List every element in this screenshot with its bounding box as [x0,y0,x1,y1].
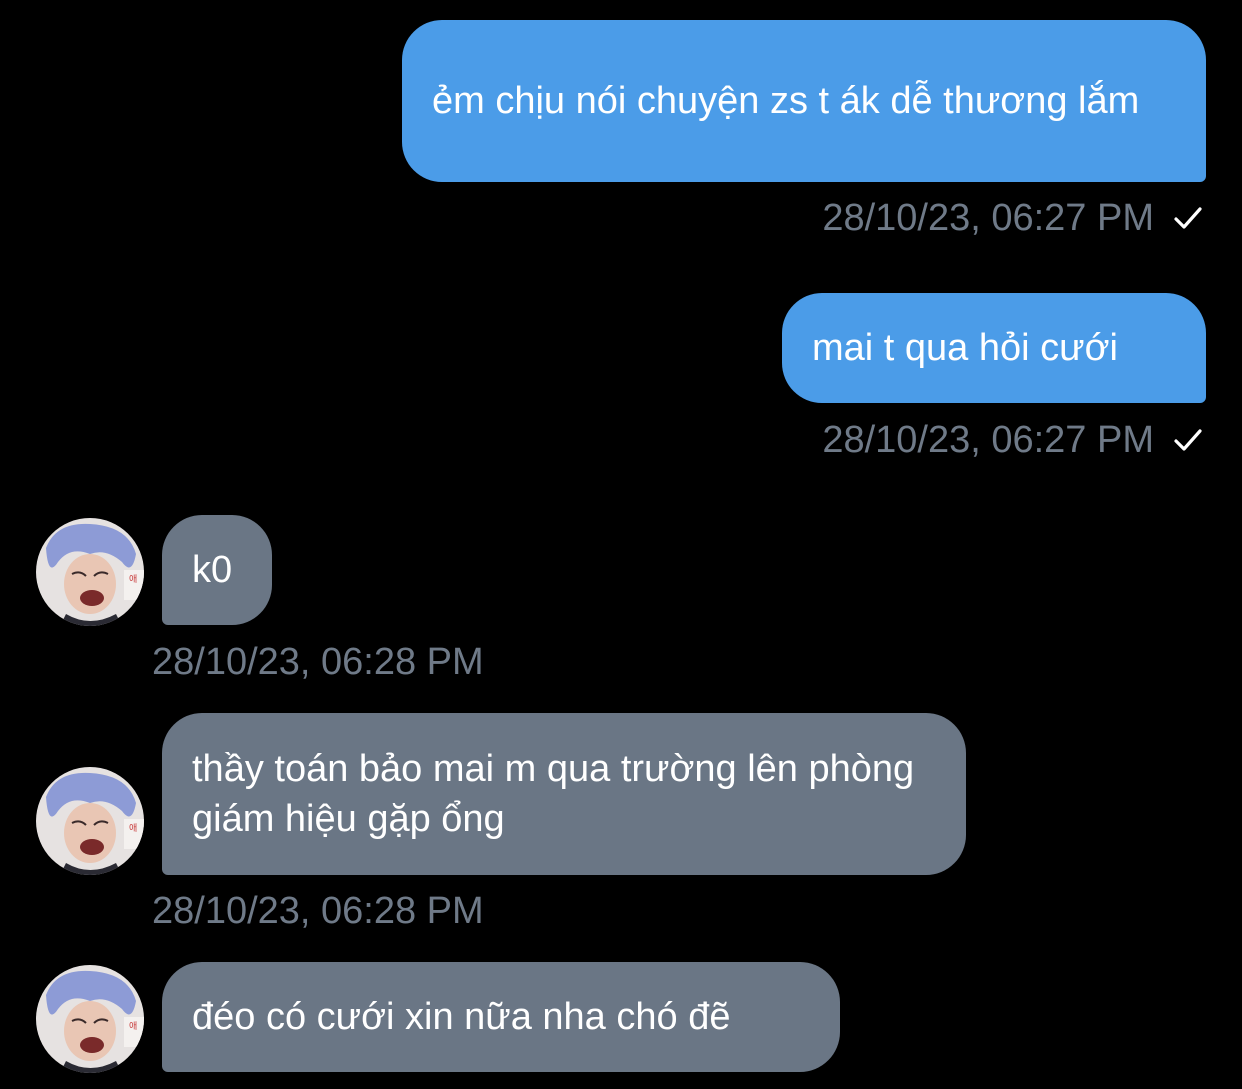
incoming-message-bubble[interactable]: k0 [162,515,272,625]
message-timestamp: 28/10/23, 06:27 PM [822,197,1154,239]
incoming-message-bubble[interactable]: thầy toán bảo mai m qua trường lên phòng… [162,713,966,875]
outgoing-message-bubble[interactable]: ẻm chịu nói chuyện zs t ák dễ thương lắm [402,20,1206,182]
contact-avatar[interactable]: 애 [36,518,144,626]
message-text: thầy toán bảo mai m qua trường lên phòng… [192,748,915,840]
message-timestamp: 28/10/23, 06:27 PM [822,419,1154,461]
message-text: mai t qua hỏi cưới [812,327,1118,369]
single-check-icon [1174,429,1202,451]
message-meta: 28/10/23, 06:27 PM [822,418,1204,462]
message-meta: 28/10/23, 06:27 PM [822,196,1204,240]
contact-avatar[interactable]: 애 [36,965,144,1073]
contact-avatar[interactable]: 애 [36,767,144,875]
message-text: ẻm chịu nói chuyện zs t ák dễ thương lắm [432,80,1140,122]
message-timestamp: 28/10/23, 06:28 PM [152,890,484,932]
svg-text:애: 애 [129,574,137,585]
message-timestamp: 28/10/23, 06:28 PM [152,641,484,683]
message-text: k0 [192,549,233,591]
incoming-message-bubble[interactable]: đéo có cưới xin nữa nha chó đẽ [162,962,840,1072]
svg-text:애: 애 [129,1021,137,1032]
message-text: đéo có cưới xin nữa nha chó đẽ [192,996,731,1038]
single-check-icon [1174,207,1202,229]
svg-text:애: 애 [129,823,137,834]
outgoing-message-bubble[interactable]: mai t qua hỏi cưới [782,293,1206,403]
